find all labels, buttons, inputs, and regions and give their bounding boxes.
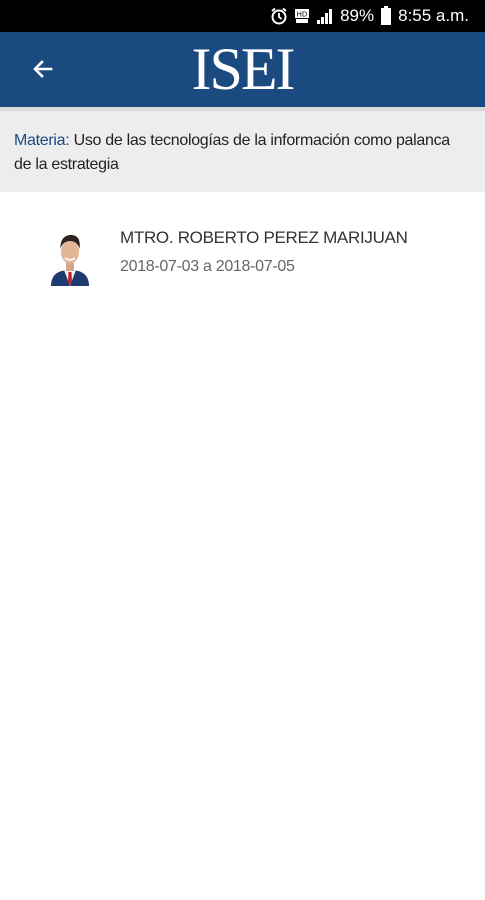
subject-value: Uso de las tecnologías de la información… (14, 132, 450, 173)
app-bar: ISEI (0, 32, 485, 107)
battery-percent: 89% (340, 6, 375, 25)
signal-icon (316, 7, 334, 25)
avatar (47, 228, 93, 286)
battery-icon (380, 6, 392, 26)
alarm-icon (270, 7, 288, 25)
teacher-list-item[interactable]: MTRO. ROBERTO PEREZ MARIJUAN 2018-07-03 … (0, 222, 485, 292)
isei-logo: ISEI (191, 36, 296, 102)
teacher-name: MTRO. ROBERTO PEREZ MARIJUAN (120, 228, 408, 247)
hd-icon: HD (294, 7, 310, 25)
status-bar: HD 89% 8:55 a.m. (0, 0, 485, 32)
svg-text:HD: HD (297, 11, 308, 19)
clock-time: 8:55 a.m. (398, 6, 469, 25)
teacher-dates: 2018-07-03 a 2018-07-05 (120, 258, 295, 275)
subject-bar: Materia: Uso de las tecnologías de la in… (0, 107, 485, 192)
subject-label: Materia (14, 132, 66, 149)
